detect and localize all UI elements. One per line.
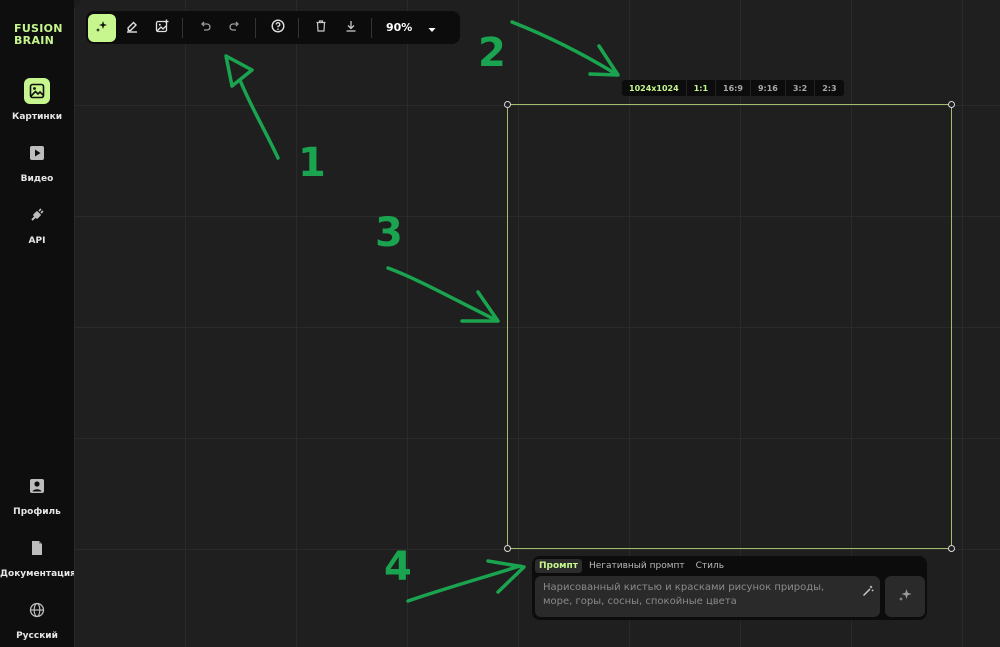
toolbar-divider bbox=[182, 17, 183, 38]
sidebar-item-video[interactable]: Видео bbox=[0, 140, 74, 184]
ratio-tab-2-3[interactable]: 2:3 bbox=[814, 80, 843, 96]
zoom-dropdown[interactable]: 90% bbox=[386, 18, 436, 37]
sidebar-item-label: Картинки bbox=[11, 112, 63, 122]
ratio-tab-9-16[interactable]: 9:16 bbox=[749, 80, 785, 96]
image-upload-icon bbox=[155, 18, 169, 37]
help-button[interactable] bbox=[264, 14, 292, 42]
toolbar-divider bbox=[255, 17, 256, 38]
generation-frame[interactable] bbox=[504, 101, 955, 552]
prompt-panel: Промпт Негативный промпт Стиль Нарисован… bbox=[532, 556, 927, 620]
redo-icon bbox=[228, 18, 242, 37]
help-icon bbox=[271, 18, 285, 37]
generate-button[interactable] bbox=[885, 576, 925, 617]
download-button[interactable] bbox=[337, 14, 365, 42]
ratio-tab-16-9[interactable]: 16:9 bbox=[715, 80, 750, 96]
download-icon bbox=[344, 18, 358, 37]
eraser-tool-button[interactable] bbox=[118, 14, 146, 42]
resize-handle-bottom-right[interactable] bbox=[948, 545, 955, 552]
sidebar-item-images[interactable]: Картинки bbox=[0, 78, 74, 122]
prompt-placeholder: Нарисованный кистью и красками рисунок п… bbox=[543, 582, 825, 607]
generate-tool-icon bbox=[95, 18, 109, 37]
globe-icon bbox=[24, 597, 50, 623]
sidebar-item-language[interactable]: Русский bbox=[0, 597, 74, 641]
resize-handle-top-right[interactable] bbox=[948, 101, 955, 108]
editor-toolbar: 90% bbox=[86, 11, 460, 44]
sidebar-item-label: Профиль bbox=[13, 507, 61, 517]
sidebar-item-label: Документация bbox=[0, 569, 76, 579]
ratio-tab-3-2[interactable]: 3:2 bbox=[784, 80, 814, 96]
undo-icon bbox=[198, 18, 212, 37]
toolbar-divider bbox=[371, 17, 372, 38]
fusion-brain-logo[interactable]: FUSION BRAIN bbox=[14, 23, 64, 47]
sidebar-item-label: Русский bbox=[16, 631, 58, 641]
sparkle-icon bbox=[897, 587, 913, 607]
size-tab-1024x1024[interactable]: 1024x1024 bbox=[622, 80, 686, 96]
undo-button[interactable] bbox=[191, 14, 219, 42]
eraser-tool-icon bbox=[125, 18, 139, 37]
delete-icon bbox=[314, 18, 328, 37]
profile-icon bbox=[24, 473, 50, 499]
chevron-down-icon bbox=[428, 18, 436, 37]
sidebar-item-profile[interactable]: Профиль bbox=[0, 473, 74, 517]
video-icon bbox=[24, 140, 50, 166]
sidebar: FUSION BRAIN Картинки Видео API Профиль … bbox=[0, 0, 76, 647]
prompt-input[interactable]: Нарисованный кистью и красками рисунок п… bbox=[535, 576, 880, 617]
tab-negative-prompt[interactable]: Негативный промпт bbox=[585, 559, 689, 573]
magic-wand-icon[interactable] bbox=[862, 582, 874, 601]
ratio-tab-1-1[interactable]: 1:1 bbox=[685, 80, 715, 96]
resize-handle-bottom-left[interactable] bbox=[504, 545, 511, 552]
delete-button[interactable] bbox=[307, 14, 335, 42]
sidebar-item-label: API bbox=[28, 236, 46, 246]
sidebar-item-label: Видео bbox=[20, 174, 54, 184]
document-icon bbox=[24, 535, 50, 561]
sidebar-item-docs[interactable]: Документация bbox=[0, 535, 76, 579]
generate-tool-button[interactable] bbox=[88, 13, 116, 42]
prompt-tabs: Промпт Негативный промпт Стиль bbox=[535, 559, 731, 573]
image-upload-button[interactable] bbox=[148, 14, 176, 42]
tab-prompt[interactable]: Промпт bbox=[535, 559, 582, 573]
size-ratio-tabs: 1024x1024 1:1 16:9 9:16 3:2 2:3 bbox=[622, 80, 844, 96]
redo-button[interactable] bbox=[221, 14, 249, 42]
api-plug-icon bbox=[24, 202, 50, 228]
zoom-value: 90% bbox=[386, 21, 413, 34]
toolbar-divider bbox=[298, 17, 299, 38]
sidebar-item-api[interactable]: API bbox=[0, 202, 74, 246]
image-icon bbox=[24, 78, 50, 104]
tab-style[interactable]: Стиль bbox=[692, 559, 728, 573]
resize-handle-top-left[interactable] bbox=[504, 101, 511, 108]
